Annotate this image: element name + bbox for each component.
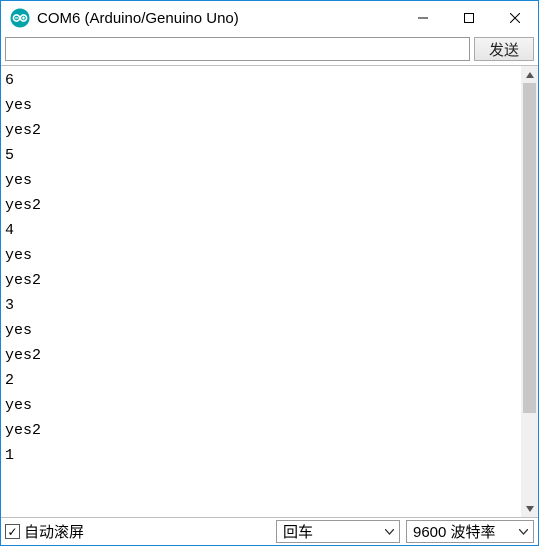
- send-row: 发送: [1, 35, 538, 65]
- window-frame: COM6 (Arduino/Genuino Uno) 发送 6 yes yes2…: [0, 0, 539, 546]
- title-bar[interactable]: COM6 (Arduino/Genuino Uno): [1, 1, 538, 35]
- chevron-down-icon: [526, 506, 534, 512]
- autoscroll-label: 自动滚屏: [24, 521, 84, 542]
- close-button[interactable]: [492, 1, 538, 35]
- chevron-down-icon: [381, 529, 397, 535]
- baud-rate-select[interactable]: 9600 波特率: [406, 520, 534, 543]
- line-ending-value: 回车: [283, 521, 373, 542]
- chevron-down-icon: [515, 529, 531, 535]
- scroll-up-arrow[interactable]: [521, 66, 538, 83]
- serial-output[interactable]: 6 yes yes2 5 yes yes2 4 yes yes2 3 yes y…: [1, 66, 521, 517]
- checkbox-box: ✓: [5, 524, 20, 539]
- baud-rate-value: 9600 波特率: [413, 521, 507, 542]
- autoscroll-checkbox[interactable]: ✓ 自动滚屏: [5, 520, 270, 543]
- maximize-button[interactable]: [446, 1, 492, 35]
- scroll-thumb[interactable]: [523, 83, 536, 413]
- vertical-scrollbar[interactable]: [521, 66, 538, 517]
- scroll-down-arrow[interactable]: [521, 500, 538, 517]
- serial-input[interactable]: [5, 37, 470, 61]
- close-icon: [510, 13, 520, 23]
- output-area: 6 yes yes2 5 yes yes2 4 yes yes2 3 yes y…: [1, 65, 538, 518]
- bottom-bar: ✓ 自动滚屏 回车 9600 波特率: [1, 518, 538, 545]
- window-title: COM6 (Arduino/Genuino Uno): [37, 10, 400, 27]
- chevron-up-icon: [526, 72, 534, 78]
- minimize-icon: [418, 13, 428, 23]
- maximize-icon: [464, 13, 474, 23]
- line-ending-select[interactable]: 回车: [276, 520, 400, 543]
- arduino-icon: [9, 7, 31, 29]
- send-button[interactable]: 发送: [474, 37, 534, 61]
- minimize-button[interactable]: [400, 1, 446, 35]
